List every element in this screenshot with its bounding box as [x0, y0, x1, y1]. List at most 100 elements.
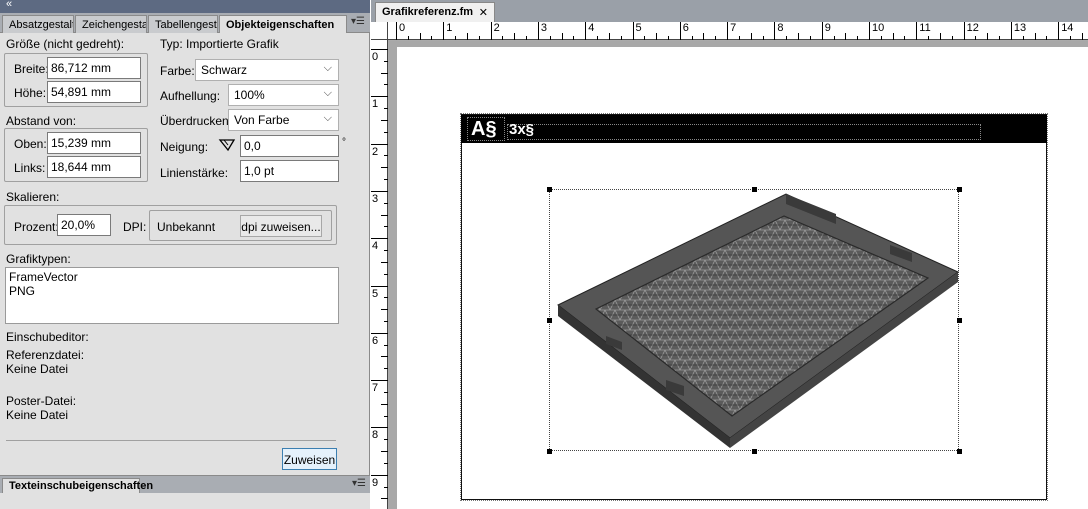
resize-handle[interactable]: [957, 318, 962, 323]
panel-menu-icon[interactable]: ▾☰: [352, 478, 366, 489]
ruler-minor-tick: [691, 36, 693, 40]
ruler-number: 8: [777, 22, 784, 34]
ruler-major-tick: [371, 380, 388, 382]
tab-table-designer[interactable]: Tabellengestal: [148, 15, 218, 33]
object-properties-content: Größe (nicht gedreht): Breite: 86,712 mm…: [0, 33, 369, 471]
resize-handle[interactable]: [957, 449, 962, 454]
ruler-minor-tick: [514, 33, 516, 40]
tab-object-properties[interactable]: Objekteigenschaften: [219, 15, 347, 33]
color-value: Schwarz: [201, 63, 248, 77]
poster-file-label: Poster-Datei:: [6, 394, 77, 408]
tab-character-designer[interactable]: Zeichengestalt: [75, 15, 147, 33]
ruler-number: 5: [635, 22, 642, 34]
ruler-major-tick: [371, 96, 388, 98]
tab-text-inset-properties[interactable]: Texteinschubeigenschaften: [2, 478, 153, 494]
ruler-minor-tick: [455, 36, 457, 40]
document-tab-title: Grafikreferenz.fm: [382, 6, 474, 18]
close-icon[interactable]: ✕: [479, 6, 488, 19]
ruler-major-tick: [371, 49, 388, 50]
apply-button[interactable]: Zuweisen: [282, 448, 337, 470]
ruler-minor-tick: [857, 36, 859, 40]
resize-handle[interactable]: [957, 187, 962, 192]
ruler-minor-tick: [384, 344, 388, 346]
document-tabstrip: Grafikreferenz.fm ✕: [371, 0, 1088, 22]
vertical-ruler[interactable]: 0 1 2 3 4 5 6 7 8 9: [371, 40, 388, 509]
horizontal-ruler[interactable]: 0 1 2 3 4 5 6 7 8 9 10 11 12 13 14: [388, 22, 1088, 40]
ruler-number: 8: [372, 429, 379, 442]
ruler-major-tick: [1058, 22, 1060, 40]
overprint-value: Von Farbe: [234, 113, 290, 127]
tab-paragraph-designer[interactable]: Absatzgestalt: [2, 15, 74, 33]
ruler-number: 14: [1061, 22, 1074, 34]
angle-field[interactable]: 0,0: [240, 135, 339, 157]
ruler-minor-tick: [381, 261, 388, 263]
ruler-minor-tick: [750, 33, 752, 40]
ruler-number: 7: [372, 382, 379, 395]
document-page: A§ 3x§: [397, 47, 1088, 509]
width-field[interactable]: 86,712 mm: [47, 57, 141, 79]
double-chevron-left-icon[interactable]: «: [6, 0, 12, 10]
type-value: Importierte Grafik: [186, 37, 279, 51]
ruler-major-tick: [490, 22, 492, 40]
panel-menu-icon[interactable]: ▾☰: [351, 16, 365, 27]
ruler-minor-tick: [381, 451, 388, 453]
list-item[interactable]: FrameVector: [9, 270, 335, 284]
ruler-number: 9: [372, 476, 379, 489]
resize-handle[interactable]: [547, 187, 552, 192]
height-field[interactable]: 54,891 mm: [47, 81, 141, 103]
collapse-strip[interactable]: «: [0, 0, 370, 13]
poster-file-value: Keine Datei: [6, 408, 69, 422]
angle-unit: °: [342, 137, 346, 148]
graphic-types-list[interactable]: FrameVector PNG: [5, 267, 339, 324]
ruler-minor-tick: [892, 33, 894, 40]
overprint-dropdown[interactable]: Von Farbe ⌵: [228, 109, 339, 131]
color-dropdown[interactable]: Schwarz ⌵: [195, 59, 339, 81]
chevron-down-icon: ⌵: [323, 87, 332, 99]
ruler-minor-tick: [384, 391, 388, 393]
ruler-minor-tick: [845, 33, 847, 40]
resize-handle[interactable]: [547, 318, 552, 323]
ruler-minor-tick: [384, 273, 388, 275]
ruler-minor-tick: [384, 368, 388, 370]
ruler-number: 4: [588, 22, 595, 34]
stroke-width-field[interactable]: 1,0 pt: [240, 160, 339, 182]
assign-dpi-button[interactable]: dpi zuweisen...: [240, 215, 322, 237]
ruler-minor-tick: [549, 36, 551, 40]
panel-tabstrip: Absatzgestalt Zeichengestalt Tabellenges…: [0, 13, 370, 33]
document-tab[interactable]: Grafikreferenz.fm ✕: [375, 2, 495, 22]
offset-top-field[interactable]: 15,239 mm: [47, 132, 141, 154]
scale-group-title: Skalieren:: [6, 190, 60, 204]
overprint-label: Überdrucken:: [160, 114, 233, 128]
graphic-types-label: Grafiktypen:: [6, 252, 71, 266]
selected-graphic[interactable]: [547, 187, 962, 454]
percent-field[interactable]: 20,0%: [57, 214, 111, 236]
ruler-minor-tick: [384, 462, 388, 464]
resize-handle[interactable]: [547, 449, 552, 454]
ruler-number: 12: [966, 22, 979, 34]
ruler-minor-tick: [1034, 33, 1036, 40]
ruler-minor-tick: [738, 36, 740, 40]
ruler-minor-tick: [381, 167, 388, 169]
ruler-number: 0: [399, 22, 406, 34]
ruler-minor-tick: [561, 33, 563, 40]
color-label: Farbe:: [160, 64, 195, 78]
ruler-major-tick: [443, 22, 445, 40]
ruler-corner: [371, 22, 388, 40]
ruler-minor-tick: [384, 250, 388, 252]
resize-handle[interactable]: [752, 449, 757, 454]
text-inset-panel-area: [0, 493, 370, 509]
list-item[interactable]: PNG: [9, 284, 335, 298]
ruler-minor-tick: [987, 33, 989, 40]
tint-dropdown[interactable]: 100% ⌵: [228, 84, 339, 106]
ruler-minor-tick: [502, 36, 504, 40]
ruler-number: 5: [372, 287, 379, 300]
width-label: Breite:: [14, 62, 49, 76]
height-label: Höhe:: [14, 86, 47, 100]
ruler-major-tick: [679, 22, 681, 40]
offset-left-field[interactable]: 18,644 mm: [47, 156, 141, 178]
resize-handle[interactable]: [752, 187, 757, 192]
ruler-major-tick: [774, 22, 776, 40]
ruler-minor-tick: [384, 415, 388, 417]
ruler-minor-tick: [620, 36, 622, 40]
offset-group-title: Abstand von:: [6, 114, 77, 128]
